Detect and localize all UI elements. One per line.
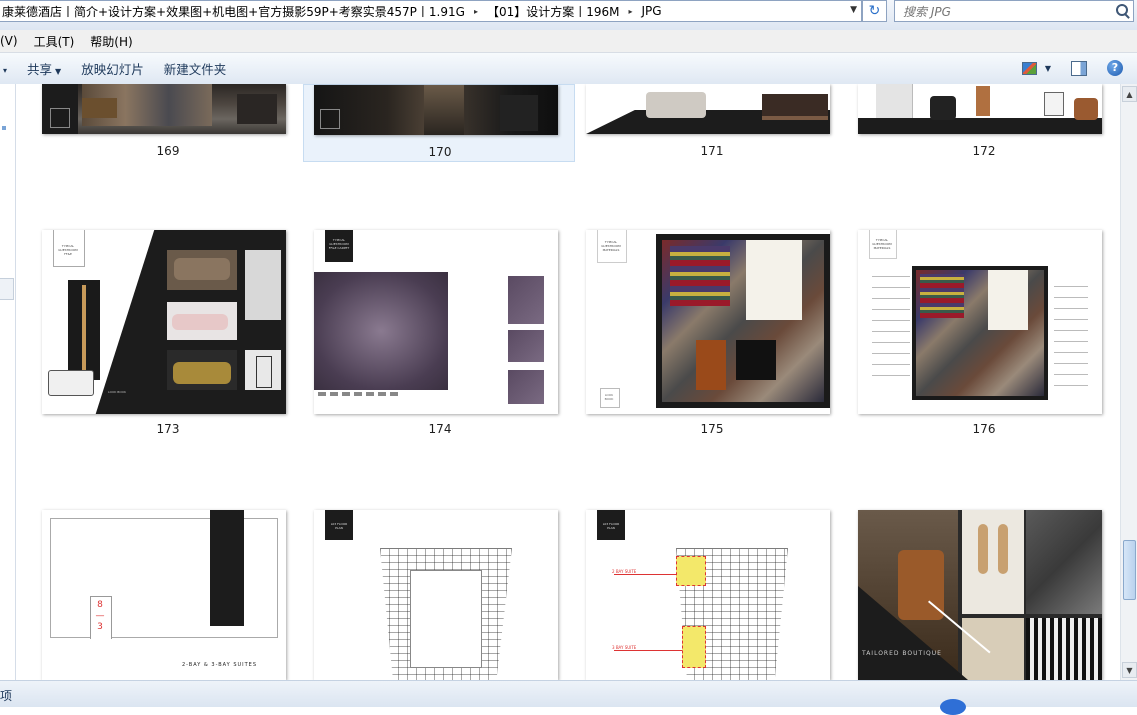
view-options-icon[interactable] — [1021, 61, 1037, 75]
file-name: 173 — [156, 422, 180, 436]
breadcrumb-folder[interactable]: 康莱德酒店丨简介+设计方案+效果图+机电图+官方摄影59P+考察实景457P丨1… — [0, 3, 467, 20]
share-button[interactable]: 共享 ▼ — [17, 59, 71, 78]
chevron-down-icon: ▼ — [55, 67, 62, 76]
preview-pane-icon[interactable] — [1071, 60, 1087, 76]
search-icon[interactable] — [1116, 4, 1128, 16]
breadcrumb-current[interactable]: JPG — [640, 4, 664, 18]
chevron-down-icon: ▾ — [3, 66, 8, 75]
address-bar-area: 康莱德酒店丨简介+设计方案+效果图+机电图+官方摄影59P+考察实景457P丨1… — [0, 0, 1137, 30]
image-thumbnail — [858, 84, 1102, 134]
image-thumbnail: TYPICAL GUESTROOM FF&E LOOK BOOK — [42, 230, 286, 414]
floor-plan-label: L03 FLOOR PLAN — [602, 522, 620, 530]
file-item[interactable]: TYPICAL GUESTROOM FF&E CARPET 174 — [304, 230, 576, 445]
organize-button[interactable]: ▾ — [0, 61, 17, 76]
image-thumbnail — [42, 84, 286, 134]
image-thumbnail: L03 FLOOR PLAN 2 BAY SUITE 3 BAY SUITE — [586, 510, 830, 680]
menu-tools[interactable]: 工具(T) — [26, 33, 83, 50]
breadcrumb-separator-icon[interactable]: ▸ — [629, 7, 633, 16]
file-name: 176 — [972, 422, 996, 436]
breadcrumb-separator-icon[interactable]: ▸ — [474, 7, 478, 16]
file-item[interactable]: TYPICAL GUESTROOM MATERIALS 176 — [848, 230, 1120, 445]
menu-help[interactable]: 帮助(H) — [82, 33, 140, 50]
status-text: 项 — [0, 689, 13, 703]
image-thumbnail: TAILORED BOUTIQUE — [858, 510, 1102, 680]
address-history-dropdown-icon[interactable]: ▼ — [850, 5, 857, 15]
image-thumbnail: TYPICAL GUESTROOM FF&E CARPET — [314, 230, 558, 414]
share-label: 共享 — [27, 62, 53, 77]
image-thumbnail: L03 FLOOR PLAN — [314, 510, 558, 680]
file-item[interactable]: 8 — 3 2-BAY & 3-BAY SUITES — [32, 510, 304, 680]
status-bar: 项 — [0, 680, 1137, 715]
floor-plan-label: L03 FLOOR PLAN — [330, 522, 348, 530]
image-thumbnail: TYPICAL GUESTROOM MATERIALS — [858, 230, 1102, 414]
new-folder-button[interactable]: 新建文件夹 — [154, 59, 237, 78]
breadcrumb-subfolder[interactable]: 【01】设计方案丨196M — [485, 3, 622, 20]
file-name: 172 — [972, 144, 996, 158]
scroll-up-icon[interactable]: ▲ — [1122, 86, 1137, 102]
menu-view[interactable]: (V) — [0, 34, 26, 48]
file-item[interactable]: 171 — [576, 84, 848, 160]
image-thumbnail: TYPICAL GUESTROOM MATERIALS LOOK BOOK — [586, 230, 830, 414]
typical-materials-label: TYPICAL GUESTROOM MATERIALS — [872, 238, 892, 250]
image-thumbnail — [314, 85, 558, 135]
file-item[interactable]: 172 — [848, 84, 1120, 160]
file-item-selected[interactable]: 170 — [303, 84, 575, 162]
file-item[interactable]: TAILORED BOUTIQUE — [848, 510, 1120, 680]
refresh-button[interactable]: ↻ — [862, 0, 887, 22]
typical-ffe-label: TYPICAL GUESTROOM FF&E — [58, 244, 78, 256]
help-icon[interactable]: ? — [1107, 60, 1123, 76]
navigation-pane[interactable] — [0, 84, 16, 680]
slideshow-button[interactable]: 放映幻灯片 — [71, 59, 154, 78]
start-orb[interactable] — [940, 699, 966, 715]
suites-title: 2-BAY & 3-BAY SUITES — [182, 662, 258, 668]
file-item[interactable]: L03 FLOOR PLAN 2 BAY SUITE 3 BAY SUITE — [576, 510, 848, 680]
suite-marker: 8 — 3 — [95, 600, 105, 632]
file-list[interactable]: 169 170 171 172 TYPICAL GUESTROOM FF&E L… — [16, 84, 1120, 680]
lookbook-label: LOOK BOOK — [604, 393, 614, 401]
file-item[interactable]: 169 — [32, 84, 304, 160]
nav-indicator — [2, 126, 6, 130]
lookbook-logo — [320, 109, 340, 129]
boutique-caption: TAILORED BOUTIQUE — [862, 650, 942, 657]
nav-pane-handle[interactable] — [0, 278, 14, 300]
scroll-down-icon[interactable]: ▼ — [1122, 662, 1137, 678]
typical-carpet-label: TYPICAL GUESTROOM FF&E CARPET — [328, 238, 350, 250]
menu-bar: (V) 工具(T) 帮助(H) — [0, 30, 1137, 53]
lookbook-label: LOOK BOOK — [108, 390, 126, 394]
file-name: 171 — [700, 144, 724, 158]
file-name: 175 — [700, 422, 724, 436]
file-item[interactable]: L03 FLOOR PLAN — [304, 510, 576, 680]
scrollbar-thumb[interactable] — [1123, 540, 1136, 600]
refresh-icon: ↻ — [868, 3, 881, 19]
vertical-scrollbar[interactable]: ▲ ▼ — [1120, 84, 1137, 680]
file-item[interactable]: TYPICAL GUESTROOM MATERIALS LOOK BOOK 17… — [576, 230, 848, 445]
address-bar[interactable]: 康莱德酒店丨简介+设计方案+效果图+机电图+官方摄影59P+考察实景457P丨1… — [0, 0, 862, 22]
image-thumbnail: 8 — 3 2-BAY & 3-BAY SUITES — [42, 510, 286, 680]
suite-b-label: 3 BAY SUITE — [612, 645, 637, 650]
view-dropdown-icon[interactable]: ▼ — [1045, 64, 1051, 73]
search-box[interactable] — [894, 0, 1134, 23]
file-item[interactable]: TYPICAL GUESTROOM FF&E LOOK BOOK 173 — [32, 230, 304, 445]
file-name: 170 — [428, 145, 452, 159]
lookbook-logo — [50, 108, 70, 128]
file-name: 169 — [156, 144, 180, 158]
search-input[interactable] — [895, 1, 1115, 23]
typical-materials-label: TYPICAL GUESTROOM MATERIALS — [601, 240, 621, 252]
suite-a-label: 2 BAY SUITE — [612, 569, 637, 574]
image-thumbnail — [586, 84, 830, 134]
file-name: 174 — [428, 422, 452, 436]
command-bar: ▾ 共享 ▼ 放映幻灯片 新建文件夹 ▼ ? — [0, 53, 1137, 85]
